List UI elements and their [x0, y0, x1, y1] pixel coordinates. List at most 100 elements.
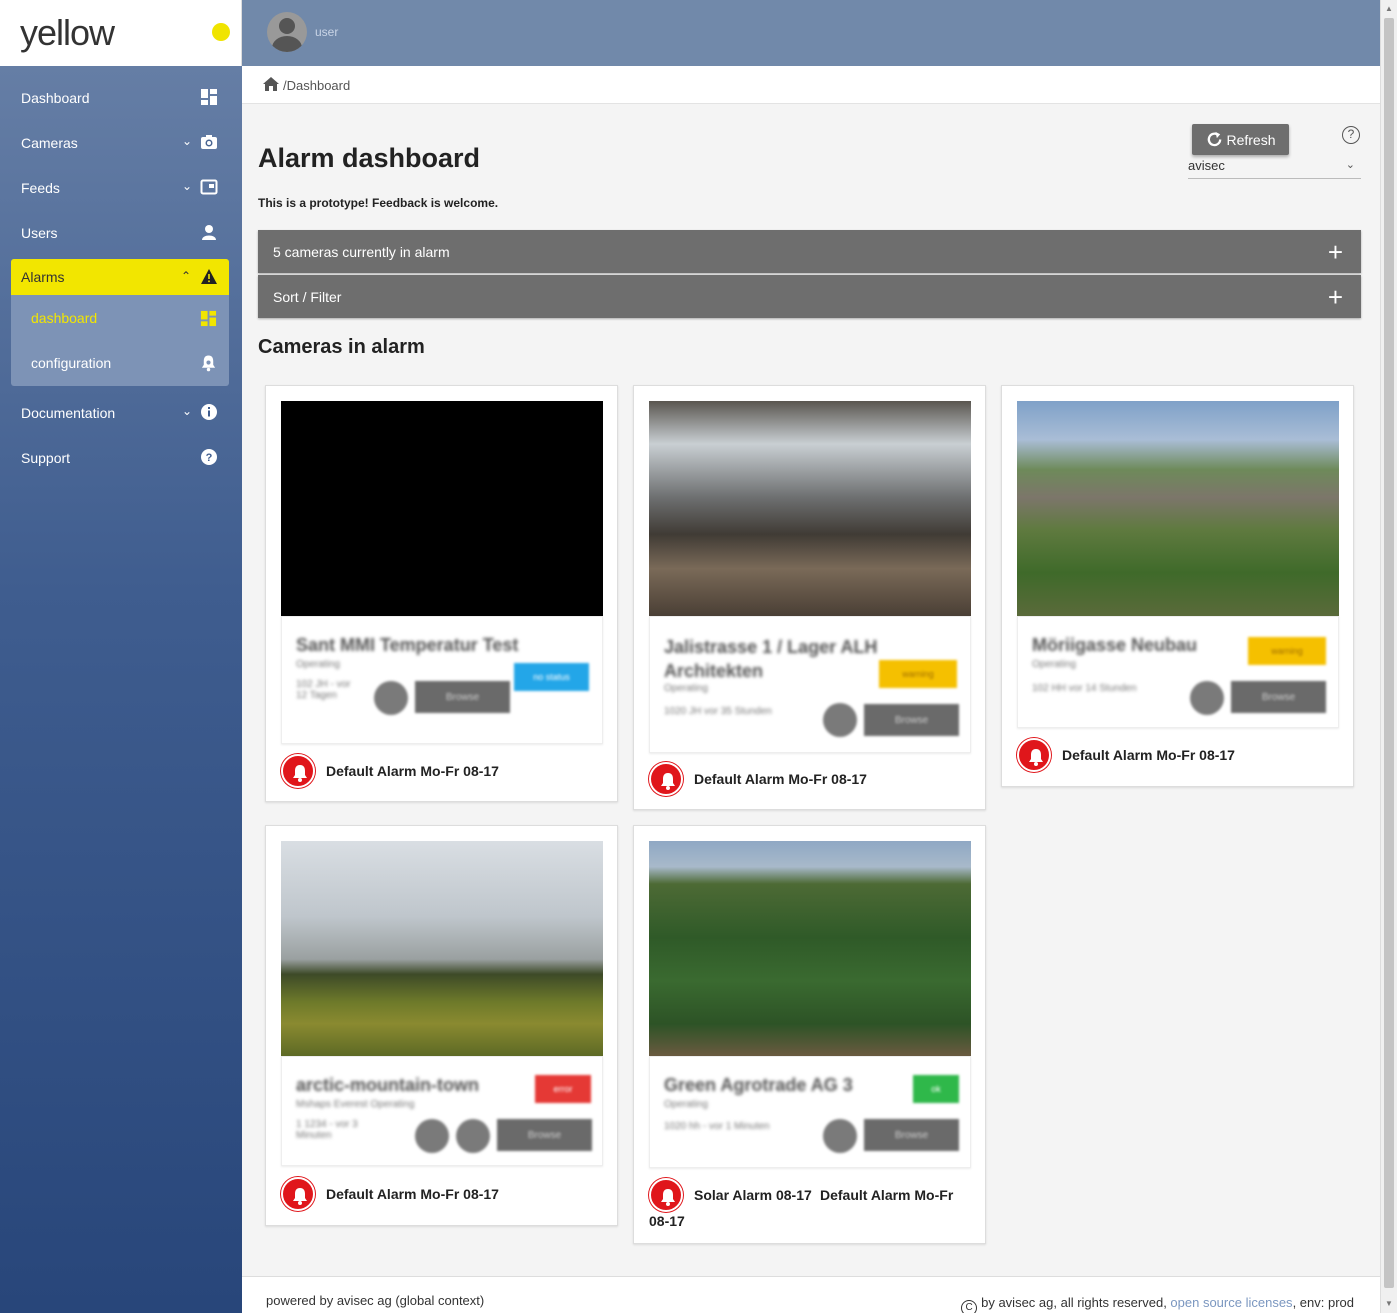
alarm-label[interactable]: Default Alarm Mo-Fr 08-17	[1062, 747, 1235, 763]
camera-last-image: 102 HH vor 14 Stunden	[1032, 683, 1137, 694]
camera-card[interactable]: arctic-mountain-town Mshaps Everest Oper…	[265, 825, 618, 1226]
status-badge: warning	[879, 660, 957, 688]
scrollbar[interactable]: ▲ ▼	[1380, 0, 1397, 1313]
camera-image[interactable]	[281, 841, 603, 1056]
sidebar-item-label: Cameras	[21, 134, 78, 151]
footer-rights-text: by avisec ag, all rights reserved,	[981, 1295, 1171, 1310]
camera-action-button[interactable]	[374, 681, 408, 715]
camera-action-button[interactable]	[823, 1119, 857, 1153]
home-icon[interactable]	[262, 76, 280, 92]
section-title: Cameras in alarm	[258, 336, 425, 358]
alarm-label[interactable]: Solar Alarm 08-17	[694, 1187, 812, 1203]
camera-card[interactable]: Sant MMI Temperatur Test Operating 102 J…	[265, 385, 618, 802]
alarm-label[interactable]: Default Alarm Mo-Fr 08-17	[694, 771, 867, 787]
scroll-down-icon[interactable]: ▼	[1385, 1299, 1393, 1308]
copyright-icon: C	[961, 1300, 978, 1313]
alarm-label[interactable]: Default Alarm Mo-Fr	[820, 1187, 953, 1203]
scroll-up-icon[interactable]: ▲	[1385, 4, 1393, 13]
footer-powered-by: powered by avisec ag (global context)	[266, 1293, 485, 1308]
camera-status-text: Operating	[296, 659, 340, 670]
breadcrumb-path[interactable]: /Dashboard	[283, 78, 350, 93]
sidebar-item-dashboard[interactable]: Dashboard	[0, 75, 242, 120]
sidebar-subitem-configuration[interactable]: configuration	[11, 341, 229, 385]
camera-card[interactable]: Möriigasse Neubau Operating 102 HH vor 1…	[1001, 385, 1354, 787]
sidebar-item-support[interactable]: Support ?	[0, 435, 242, 480]
camera-card[interactable]: Green Agrotrade AG 3 Operating 1020 hh -…	[633, 825, 986, 1244]
browse-button[interactable]: Browse	[497, 1119, 592, 1151]
sidebar-item-feeds[interactable]: Feeds ⌄	[0, 165, 242, 210]
chevron-down-icon: ⌄	[181, 404, 192, 418]
sidebar-item-users[interactable]: Users	[0, 210, 242, 255]
refresh-button[interactable]: Refresh	[1192, 124, 1289, 155]
sidebar-item-cameras[interactable]: Cameras ⌄	[0, 120, 242, 165]
camera-status-text: Operating	[664, 683, 708, 694]
sidebar: yellow Dashboard Cameras ⌄ Feeds ⌄ Users…	[0, 0, 242, 1313]
scrollbar-thumb[interactable]	[1384, 18, 1394, 1288]
camera-name[interactable]: Green Agrotrade AG 3	[664, 1075, 853, 1096]
camera-card[interactable]: Jalistrasse 1 / Lager ALH Architekten Op…	[633, 385, 986, 810]
alarm-row: Solar Alarm 08-17 Default Alarm Mo-Fr 08…	[649, 1178, 979, 1234]
plus-icon: +	[1327, 282, 1343, 312]
page-subtitle: This is a prototype! Feedback is welcome…	[258, 196, 499, 210]
alarm-bell-icon[interactable]	[281, 1177, 315, 1211]
alarm-label-continuation[interactable]: 08-17	[649, 1213, 685, 1229]
camera-name[interactable]: arctic-mountain-town	[296, 1075, 479, 1096]
camera-status-text: Operating	[664, 1099, 708, 1110]
camera-icon	[201, 135, 217, 149]
alarm-label[interactable]: Default Alarm Mo-Fr 08-17	[326, 763, 499, 779]
status-badge: error	[535, 1075, 591, 1103]
camera-name[interactable]: Jalistrasse 1 / Lager ALH Architekten	[664, 635, 914, 683]
topbar: user	[242, 0, 1380, 66]
sidebar-item-label: Support	[21, 449, 71, 466]
alarm-row: Default Alarm Mo-Fr 08-17	[281, 1177, 611, 1213]
sidebar-item-documentation[interactable]: Documentation ⌄	[0, 390, 242, 435]
camera-last-image: 1 1234 - vor 3 Minuten	[296, 1119, 358, 1141]
help-icon[interactable]: ?	[1342, 126, 1360, 144]
alarm-row: Default Alarm Mo-Fr 08-17	[281, 754, 611, 790]
alarm-bell-icon[interactable]	[649, 762, 683, 796]
licenses-link[interactable]: open source licenses	[1170, 1295, 1292, 1310]
camera-action-button[interactable]	[415, 1119, 449, 1153]
account-select[interactable]: avisec ⌄	[1188, 158, 1361, 179]
alarm-bell-icon[interactable]	[281, 754, 315, 788]
accordion-cameras-in-alarm[interactable]: 5 cameras currently in alarm +	[258, 230, 1361, 273]
alarm-row: Default Alarm Mo-Fr 08-17	[1017, 738, 1347, 774]
sidebar-item-label: Alarms	[21, 269, 65, 285]
camera-image[interactable]	[281, 401, 603, 616]
browse-button[interactable]: Browse	[864, 1119, 959, 1151]
browse-button[interactable]: Browse	[864, 704, 959, 736]
logo: yellow	[20, 12, 115, 53]
camera-action-button[interactable]	[1190, 681, 1224, 715]
sidebar-subitem-dashboard[interactable]: dashboard	[11, 296, 229, 340]
avatar[interactable]	[267, 12, 307, 52]
camera-image[interactable]	[649, 841, 971, 1056]
breadcrumb: /Dashboard	[242, 66, 1380, 104]
camera-info: Jalistrasse 1 / Lager ALH Architekten Op…	[649, 616, 971, 753]
alarm-label[interactable]: Default Alarm Mo-Fr 08-17	[326, 1186, 499, 1202]
username[interactable]: user	[315, 25, 338, 39]
dashboard-icon	[201, 89, 217, 105]
plus-icon: +	[1327, 237, 1343, 267]
camera-status-text: Mshaps Everest Operating	[296, 1099, 415, 1110]
camera-image[interactable]	[649, 401, 971, 616]
browse-button[interactable]: Browse	[1231, 681, 1326, 713]
camera-action-button[interactable]	[456, 1119, 490, 1153]
camera-name[interactable]: Sant MMI Temperatur Test	[296, 635, 518, 656]
camera-action-button[interactable]	[823, 703, 857, 737]
alarm-bell-icon[interactable]	[1017, 738, 1051, 772]
accordion-sort-filter[interactable]: Sort / Filter +	[258, 275, 1361, 318]
status-dot	[212, 23, 230, 41]
status-badge: ok	[913, 1075, 959, 1103]
camera-last-image: 1020 JH vor 35 Stunden	[664, 706, 772, 717]
alarm-row: Default Alarm Mo-Fr 08-17	[649, 762, 979, 798]
status-badge: warning	[1248, 637, 1326, 665]
alarm-bell-icon[interactable]	[649, 1178, 683, 1212]
camera-info: Möriigasse Neubau Operating 102 HH vor 1…	[1017, 616, 1339, 728]
browse-button[interactable]: Browse	[415, 681, 510, 713]
camera-image[interactable]	[1017, 401, 1339, 616]
logo-area[interactable]: yellow	[0, 0, 242, 66]
camera-name[interactable]: Möriigasse Neubau	[1032, 635, 1197, 656]
chevron-down-icon: ⌄	[181, 179, 192, 193]
sidebar-item-alarms[interactable]: Alarms ⌃	[11, 259, 229, 295]
camera-last-image: 102 JH - vor 12 Tagen	[296, 679, 351, 701]
